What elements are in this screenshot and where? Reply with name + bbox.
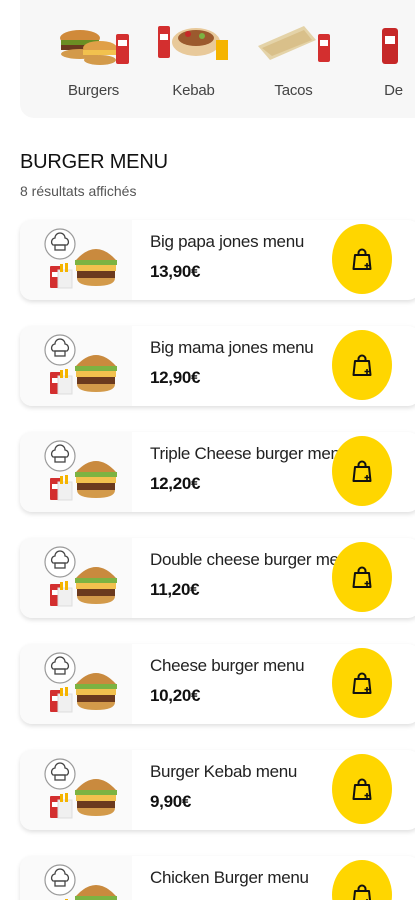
product-image bbox=[20, 432, 132, 512]
product-name: Cheese burger menu bbox=[150, 656, 305, 675]
product-image bbox=[20, 856, 132, 900]
shopping-bag-add-icon bbox=[352, 460, 372, 482]
product-price: 12,90€ bbox=[150, 368, 201, 387]
burger-menu-photo bbox=[60, 30, 129, 65]
shopping-bag-add-icon bbox=[352, 672, 372, 694]
category-label: De bbox=[384, 82, 403, 99]
category-burgers[interactable]: Burgers bbox=[46, 0, 141, 118]
product-name: Big papa jones menu bbox=[150, 232, 305, 251]
product-image bbox=[20, 326, 132, 406]
dessert-photo bbox=[382, 28, 398, 64]
product-image bbox=[20, 220, 132, 300]
product-card[interactable]: Double cheese burger menu 11,20€ bbox=[20, 538, 415, 618]
tacos-menu-photo bbox=[258, 26, 330, 62]
product-card[interactable]: Big papa jones menu 13,90€ bbox=[20, 220, 415, 300]
category-carousel[interactable]: Burgers Kebab Tacos De bbox=[20, 0, 415, 118]
product-price: 9,90€ bbox=[150, 792, 192, 811]
product-name: Triple Cheese burger menu bbox=[150, 444, 349, 463]
product-card[interactable]: Burger Kebab menu 9,90€ bbox=[20, 750, 415, 830]
category-desserts[interactable]: De bbox=[346, 0, 415, 118]
product-price: 11,20€ bbox=[150, 580, 200, 599]
category-label: Kebab bbox=[172, 82, 215, 99]
product-name: Burger Kebab menu bbox=[150, 762, 298, 781]
product-image bbox=[20, 750, 132, 830]
shopping-bag-add-icon bbox=[352, 248, 372, 270]
section-title: BURGER MENU bbox=[20, 151, 168, 173]
product-card[interactable]: Big mama jones menu 12,90€ bbox=[20, 326, 415, 406]
results-count: 8 résultats affichés bbox=[20, 183, 137, 199]
shopping-bag-add-icon bbox=[352, 778, 372, 800]
product-card[interactable]: Triple Cheese burger menu 12,20€ bbox=[20, 432, 415, 512]
product-name: Big mama jones menu bbox=[150, 338, 314, 357]
add-to-cart-button[interactable] bbox=[332, 436, 392, 506]
add-to-cart-button[interactable] bbox=[332, 330, 392, 400]
add-to-cart-button[interactable] bbox=[332, 860, 392, 900]
shopping-bag-add-icon bbox=[353, 884, 371, 900]
product-price: 13,90€ bbox=[150, 262, 201, 281]
category-kebab[interactable]: Kebab bbox=[146, 0, 241, 118]
category-label: Burgers bbox=[67, 82, 120, 99]
add-to-cart-button[interactable] bbox=[332, 648, 392, 718]
category-tacos[interactable]: Tacos bbox=[246, 0, 341, 118]
product-card[interactable]: Cheese burger menu 10,20€ bbox=[20, 644, 415, 724]
shopping-bag-add-icon bbox=[352, 566, 372, 588]
product-card[interactable]: Chicken Burger menu bbox=[20, 856, 415, 900]
product-image bbox=[20, 644, 132, 724]
kebab-menu-photo bbox=[158, 26, 228, 60]
category-label: Tacos bbox=[274, 82, 313, 99]
add-to-cart-button[interactable] bbox=[332, 224, 392, 294]
product-price: 12,20€ bbox=[150, 474, 201, 493]
add-to-cart-button[interactable] bbox=[332, 754, 392, 824]
product-name: Double cheese burger menu bbox=[150, 550, 358, 569]
shopping-bag-add-icon bbox=[352, 354, 372, 376]
product-image bbox=[20, 538, 132, 618]
product-name: Chicken Burger menu bbox=[150, 868, 309, 887]
product-price: 10,20€ bbox=[150, 686, 201, 705]
add-to-cart-button[interactable] bbox=[332, 542, 392, 612]
